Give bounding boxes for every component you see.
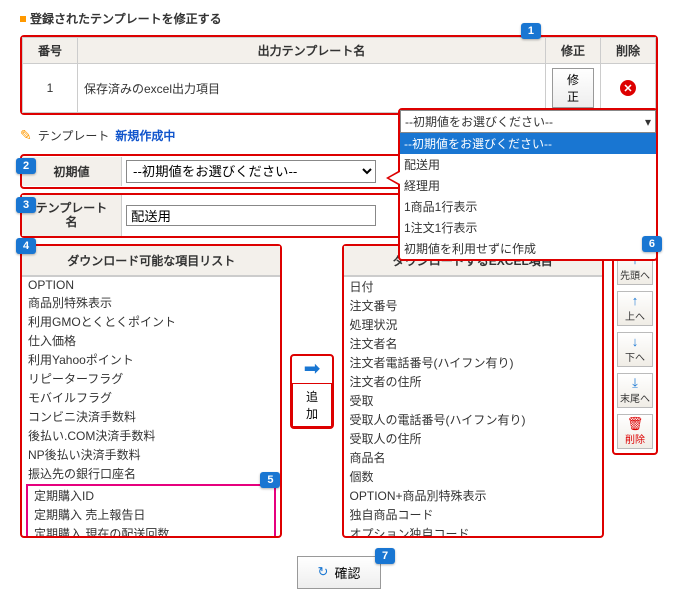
dropdown-option[interactable]: 配送用 (400, 154, 656, 175)
dropdown-option[interactable]: 1商品1行表示 (400, 196, 656, 217)
list-item[interactable]: 受取 (344, 391, 602, 410)
move-top-label: 先頭へ (620, 267, 650, 282)
initial-value-label: 初期値 (22, 157, 122, 186)
list-item[interactable]: 個数 (344, 467, 602, 486)
remove-button[interactable]: 🗑削除 (617, 414, 653, 449)
list-item[interactable]: 注文者電話番号(ハイフン有り) (344, 353, 602, 372)
callout-5: 5 (260, 472, 280, 488)
template-name-label: テンプレート名 (22, 195, 122, 236)
arrow-up-icon: ↑ (632, 294, 639, 307)
lists-area: 4 ダウンロード可能な項目リスト OPTION商品別特殊表示利用GMOとくとくポ… (20, 244, 658, 538)
list-item[interactable]: 定期購入 売上報告日 (28, 505, 274, 524)
add-button-box: ➡ 追加 (290, 354, 333, 429)
available-header: ダウンロード可能な項目リスト (22, 246, 280, 276)
callout-6: 6 (642, 236, 662, 252)
move-bottom-button[interactable]: ⤓末尾へ (617, 373, 653, 408)
edit-button[interactable]: 修正 (552, 68, 594, 108)
template-name-input[interactable] (126, 205, 376, 226)
remove-label: 削除 (625, 431, 645, 446)
add-column: ➡ 追加 (290, 354, 333, 429)
trash-icon: 🗑 (627, 417, 644, 430)
move-down-label: 下へ (625, 349, 645, 364)
table-row: 1 保存済みのexcel出力項目 修正 ✕ (23, 64, 656, 113)
dropdown-option[interactable]: --初期値をお選びください-- (400, 133, 656, 154)
available-list[interactable]: OPTION商品別特殊表示利用GMOとくとくポイント仕入価格利用Yahooポイン… (22, 276, 280, 536)
pencil-icon: ✎ (20, 127, 32, 144)
list-item[interactable]: 振込先の銀行口座名 (22, 464, 280, 483)
list-item[interactable]: 独自商品コード (344, 505, 602, 524)
list-item[interactable]: コンビニ決済手数料 (22, 407, 280, 426)
move-up-button[interactable]: ↑上へ (617, 291, 653, 326)
move-down-button[interactable]: ↓下へ (617, 332, 653, 367)
list-item[interactable]: 商品名 (344, 448, 602, 467)
chevron-down-icon: ▾ (645, 115, 651, 129)
cell-no: 1 (23, 64, 78, 113)
confirm-label: 確認 (334, 563, 360, 582)
move-bottom-label: 末尾へ (620, 390, 650, 405)
arrow-bottom-icon: ⤓ (632, 376, 638, 389)
available-list-panel: 4 ダウンロード可能な項目リスト OPTION商品別特殊表示利用GMOとくとくポ… (20, 244, 282, 538)
list-item[interactable]: 注文者名 (344, 334, 602, 353)
list-item[interactable]: 定期購入ID (28, 486, 274, 505)
dropdown-option[interactable]: 経理用 (400, 175, 656, 196)
list-item[interactable]: オプション独自コード (344, 524, 602, 536)
list-item[interactable]: モバイルフラグ (22, 388, 280, 407)
template-table: 番号 出力テンプレート名 修正 削除 1 保存済みのexcel出力項目 修正 ✕ (22, 37, 656, 113)
list-item[interactable]: 注文番号 (344, 296, 602, 315)
list-item[interactable]: 利用GMOとくとくポイント (22, 312, 280, 331)
list-item[interactable]: 日付 (344, 277, 602, 296)
dropdown-option[interactable]: 初期値を利用せずに作成 (400, 238, 656, 259)
selected-list[interactable]: 日付注文番号処理状況注文者名注文者電話番号(ハイフン有り)注文者の住所受取受取人… (344, 276, 602, 536)
cell-name: 保存済みのexcel出力項目 (78, 64, 546, 113)
dropdown-option[interactable]: 1注文1行表示 (400, 217, 656, 238)
bullet-icon (20, 16, 26, 22)
template-table-box: 1 番号 出力テンプレート名 修正 削除 1 保存済みのexcel出力項目 修正… (20, 35, 658, 115)
list-item[interactable]: 注文者の住所 (344, 372, 602, 391)
list-item[interactable]: 商品別特殊表示 (22, 293, 280, 312)
list-item[interactable]: 受取人の住所 (344, 429, 602, 448)
list-item[interactable]: リピーターフラグ (22, 369, 280, 388)
th-del: 削除 (601, 38, 656, 64)
list-item[interactable]: 利用Yahooポイント (22, 350, 280, 369)
dropdown-popup: --初期値をお選びください-- ▾ --初期値をお選びください-- 配送用 経理… (398, 108, 658, 261)
arrow-right-icon: ➡ (292, 356, 331, 381)
confirm-button[interactable]: ↻ 確認 (297, 556, 382, 589)
new-template-link[interactable]: 新規作成中 (115, 127, 175, 144)
list-item[interactable]: 後払い.COM決済手数料 (22, 426, 280, 445)
callout-2: 2 (16, 158, 36, 174)
th-edit: 修正 (546, 38, 601, 64)
list-item[interactable]: 受取人の電話番号(ハイフン有り) (344, 410, 602, 429)
list-item[interactable]: NP後払い決済手数料 (22, 445, 280, 464)
side-controls: 6 ⤒先頭へ ↑上へ ↓下へ ⤓末尾へ 🗑削除 (612, 244, 658, 455)
callout-4: 4 (16, 238, 36, 254)
dropdown-selected[interactable]: --初期値をお選びください-- ▾ (400, 110, 656, 133)
callout-1: 1 (521, 23, 541, 39)
confirm-area: ↻ 確認 7 (20, 556, 658, 589)
list-item[interactable]: 定期購入 現在の配送回数 (28, 524, 274, 536)
list-item[interactable]: OPTION (22, 277, 280, 293)
callout-7: 7 (375, 548, 395, 564)
arrow-down-icon: ↓ (632, 335, 639, 348)
dropdown-selected-text: --初期値をお選びください-- (405, 113, 553, 130)
selected-list-panel: ダウンロードするEXCEL項目 日付注文番号処理状況注文者名注文者電話番号(ハイ… (342, 244, 604, 538)
th-name: 出力テンプレート名 (78, 38, 546, 64)
move-up-label: 上へ (625, 308, 645, 323)
refresh-icon: ↻ (318, 564, 329, 580)
speech-pointer-icon (386, 170, 400, 186)
highlighted-group: 5定期購入ID定期購入 売上報告日定期購入 現在の配送回数定期購入 全配送回数 (26, 484, 276, 536)
list-item[interactable]: 仕入価格 (22, 331, 280, 350)
callout-3: 3 (16, 197, 36, 213)
initial-value-select[interactable]: --初期値をお選びください-- (126, 160, 376, 183)
section1-title: 登録されたテンプレートを修正する (30, 10, 222, 27)
th-no: 番号 (23, 38, 78, 64)
section1-header: 登録されたテンプレートを修正する (20, 10, 658, 27)
dropdown-list: --初期値をお選びください-- 配送用 経理用 1商品1行表示 1注文1行表示 … (400, 133, 656, 259)
list-item[interactable]: 処理状況 (344, 315, 602, 334)
list-item[interactable]: OPTION+商品別特殊表示 (344, 486, 602, 505)
section2-prefix: テンプレート (38, 127, 110, 144)
add-button[interactable]: 追加 (292, 383, 331, 427)
delete-icon[interactable]: ✕ (620, 80, 636, 96)
